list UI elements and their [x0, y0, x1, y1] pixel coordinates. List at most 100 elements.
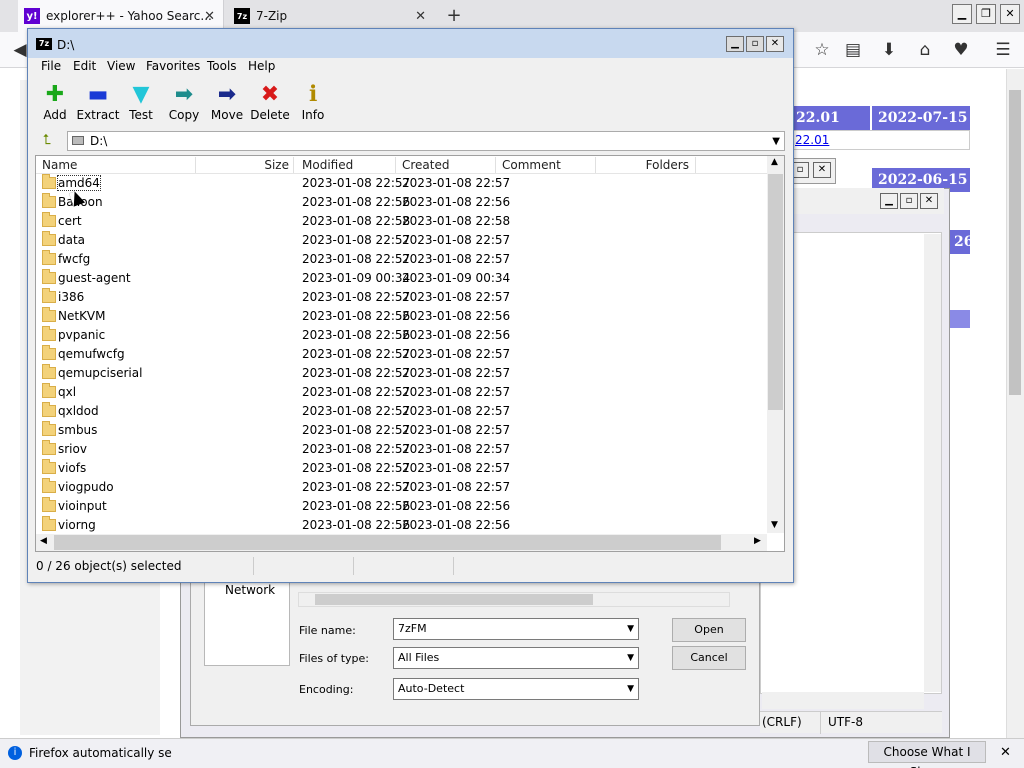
new-tab-button[interactable]: + — [444, 6, 464, 26]
dropdown-arrow-icon[interactable]: ▼ — [772, 133, 780, 151]
test-button[interactable]: ▼ Test — [119, 82, 163, 126]
file-row[interactable]: qemupciserial 2023-01-08 22:57 2023-01-08 … — [36, 364, 767, 383]
open-button[interactable]: Open — [672, 618, 746, 642]
add-button[interactable]: ✚ Add — [33, 82, 77, 126]
tab-close-icon[interactable]: ✕ — [415, 9, 426, 24]
7zip-title-bar[interactable] — [28, 29, 793, 58]
home-icon[interactable]: ⌂ — [913, 38, 937, 62]
list-hscroll-thumb[interactable] — [54, 535, 721, 550]
file-name: qemupciserial — [58, 366, 143, 380]
file-row[interactable]: sriov 2023-01-08 22:57 2023-01-08 22:57 — [36, 440, 767, 459]
file-row[interactable]: qxldod 2023-01-08 22:57 2023-01-08 22:57 — [36, 402, 767, 421]
toolbar-label: Copy — [168, 108, 200, 122]
file-name: viofs — [58, 461, 87, 475]
move-button[interactable]: ➡ Move — [205, 82, 249, 126]
scroll-down-icon[interactable]: ▼ — [771, 520, 778, 530]
encoding-select[interactable]: Auto-Detect ▼ — [393, 678, 639, 700]
file-row[interactable]: pvpanic 2023-01-08 22:56 2023-01-08 22:56 — [36, 326, 767, 345]
file-row[interactable]: cert 2023-01-08 22:58 2023-01-08 22:58 — [36, 212, 767, 231]
browser-scroll-thumb[interactable] — [1009, 90, 1021, 395]
copy-button[interactable]: ➡ Copy — [162, 82, 206, 126]
dropdown-arrow-icon[interactable]: ▼ — [627, 619, 634, 639]
star-icon[interactable]: ☆ — [810, 38, 834, 62]
places-pane[interactable]: Network — [204, 578, 290, 666]
choose-what-i-share-button[interactable]: Choose What I Share — [868, 741, 986, 768]
file-created: 2023-01-08 22:56 — [402, 518, 511, 532]
notification-close-icon[interactable]: ✕ — [1000, 745, 1011, 760]
extract-button[interactable]: ▬ Extract — [76, 82, 120, 126]
list-vscroll-thumb[interactable] — [768, 174, 783, 410]
background-dialog-title: ▁ ▫ ✕ — [794, 188, 944, 214]
address-bar[interactable]: D:\ ▼ — [67, 131, 785, 151]
background-hscroll[interactable] — [762, 692, 924, 709]
file-created: 2023-01-09 00:34 — [402, 271, 511, 285]
file-name-input[interactable]: 7zFM ▼ — [393, 618, 639, 640]
download-icon[interactable]: ⬇ — [877, 38, 901, 62]
browser-restore-button[interactable]: ❐ — [976, 4, 996, 24]
menu-edit[interactable]: Edit — [73, 59, 96, 73]
file-modified: 2023-01-08 22:57 — [302, 423, 411, 437]
maximize-button[interactable]: ▫ — [746, 36, 764, 52]
pocket-icon[interactable]: ♥ — [949, 38, 973, 62]
menu-tools[interactable]: Tools — [207, 59, 237, 73]
menu-help[interactable]: Help — [248, 59, 275, 73]
scroll-up-icon[interactable]: ▲ — [771, 157, 778, 167]
file-row[interactable]: viogpudo 2023-01-08 22:57 2023-01-08 22:57 — [36, 478, 767, 497]
column-header-name[interactable]: Name — [36, 157, 196, 173]
scroll-right-icon[interactable]: ▶ — [754, 536, 761, 546]
browser-minimize-button[interactable]: ▁ — [952, 4, 972, 24]
dialog-hscroll[interactable] — [298, 592, 730, 607]
file-name: viogpudo — [58, 480, 114, 494]
menu-file[interactable]: File — [41, 59, 61, 73]
column-header-modified[interactable]: Modified — [296, 157, 396, 173]
file-row[interactable]: viorng 2023-01-08 22:56 2023-01-08 22:56 — [36, 516, 767, 535]
minimize-button[interactable]: ▁ — [726, 36, 744, 52]
maximize-icon[interactable]: ▫ — [900, 193, 918, 209]
file-row[interactable]: viofs 2023-01-08 22:57 2023-01-08 22:57 — [36, 459, 767, 478]
delete-button[interactable]: ✖ Delete — [248, 82, 292, 126]
file-row[interactable]: amd64 2023-01-08 22:57 2023-01-08 22:57 — [36, 174, 767, 193]
close-button[interactable]: ✕ — [766, 36, 784, 52]
file-modified: 2023-01-08 22:56 — [302, 195, 411, 209]
web-date-cell: 2022-07-15 — [872, 106, 970, 130]
web-version-link[interactable]: 22.01 — [790, 130, 970, 150]
status-divider — [453, 557, 454, 575]
close-icon[interactable]: ✕ — [920, 193, 938, 209]
tab-close-icon[interactable]: ✕ — [204, 9, 215, 24]
column-header-created[interactable]: Created — [396, 157, 496, 173]
file-row[interactable]: qemufwcfg 2023-01-08 22:57 2023-01-08 22:5… — [36, 345, 767, 364]
files-of-type-select[interactable]: All Files ▼ — [393, 647, 639, 669]
file-row[interactable]: smbus 2023-01-08 22:57 2023-01-08 22:57 — [36, 421, 767, 440]
network-place[interactable]: Network — [225, 583, 275, 597]
info-button[interactable]: ℹ Info — [291, 82, 335, 126]
file-created: 2023-01-08 22:56 — [402, 499, 511, 513]
dropdown-arrow-icon[interactable]: ▼ — [627, 679, 634, 699]
file-row[interactable]: data 2023-01-08 22:57 2023-01-08 22:57 — [36, 231, 767, 250]
reader-icon[interactable]: ▤ — [841, 38, 865, 62]
cancel-button[interactable]: Cancel — [672, 646, 746, 670]
file-row[interactable]: NetKVM 2023-01-08 22:56 2023-01-08 22:56 — [36, 307, 767, 326]
scroll-left-icon[interactable]: ◀ — [40, 536, 47, 546]
file-row[interactable]: Balloon 2023-01-08 22:56 2023-01-08 22:56 — [36, 193, 767, 212]
dialog-hscroll-thumb[interactable] — [315, 594, 593, 605]
file-row[interactable]: fwcfg 2023-01-08 22:57 2023-01-08 22:57 — [36, 250, 767, 269]
file-row[interactable]: guest-agent 2023-01-09 00:34 2023-01-09 00… — [36, 269, 767, 288]
dropdown-arrow-icon[interactable]: ▼ — [627, 648, 634, 668]
menu-view[interactable]: View — [107, 59, 135, 73]
file-row[interactable]: qxl 2023-01-08 22:57 2023-01-08 22:57 — [36, 383, 767, 402]
minimize-icon[interactable]: ▁ — [880, 193, 898, 209]
close-icon[interactable]: ✕ — [813, 162, 831, 178]
menu-favorites[interactable]: Favorites — [146, 59, 200, 73]
menu-icon[interactable]: ☰ — [991, 38, 1015, 62]
file-row[interactable]: i386 2023-01-08 22:57 2023-01-08 22:57 — [36, 288, 767, 307]
background-vscroll[interactable] — [924, 234, 941, 692]
column-header-comment[interactable]: Comment — [496, 157, 596, 173]
browser-close-button[interactable]: ✕ — [1000, 4, 1020, 24]
file-created: 2023-01-08 22:57 — [402, 442, 511, 456]
column-header-size[interactable]: Size — [196, 157, 294, 173]
file-row[interactable]: vioinput 2023-01-08 22:56 2023-01-08 22:56 — [36, 497, 767, 516]
folder-up-icon[interactable]: ⮤ — [37, 132, 57, 150]
status-eol: (CRLF) — [762, 715, 802, 729]
file-name: guest-agent — [58, 271, 131, 285]
column-header-folders[interactable]: Folders — [596, 157, 696, 173]
